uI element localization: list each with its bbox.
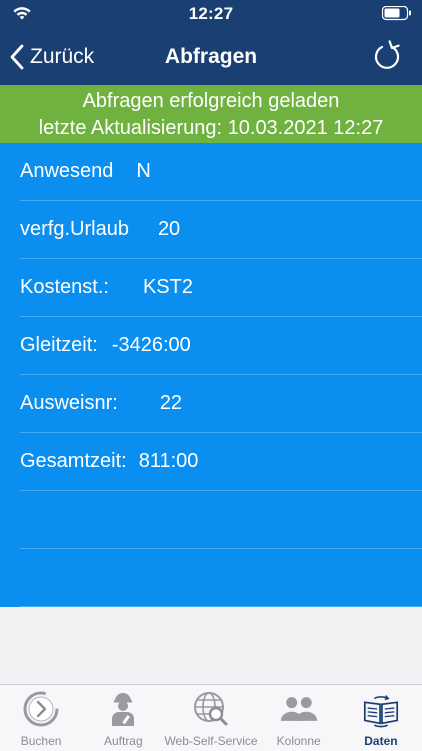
tab-kolonne[interactable]: Kolonne xyxy=(258,685,340,751)
tab-label: Kolonne xyxy=(276,734,321,748)
row-value: 20 xyxy=(157,218,181,240)
list-item[interactable]: Anwesend N xyxy=(20,143,422,201)
group-icon xyxy=(279,690,319,728)
battery-icon xyxy=(381,5,412,26)
row-label: Ausweisnr: xyxy=(20,392,118,414)
page-title: Abfragen xyxy=(164,45,258,68)
row-label: Anwesend xyxy=(20,160,114,182)
globe-search-icon xyxy=(191,690,231,728)
tab-bar: Buchen Auftrag Web-Self-Service Kolonne … xyxy=(0,684,422,751)
row-label: Gleitzeit: xyxy=(20,334,98,356)
row-label: Kostenst.: xyxy=(20,276,109,298)
tab-buchen[interactable]: Buchen xyxy=(0,685,82,751)
status-bar: 12:27 xyxy=(0,0,422,28)
list-item[interactable]: verfg.Urlaub 20 xyxy=(20,201,422,259)
banner-message: Abfragen erfolgreich geladen xyxy=(82,90,340,112)
row-value: -3426:00 xyxy=(111,334,191,356)
row-value: 22 xyxy=(159,392,183,414)
row-label: verfg.Urlaub xyxy=(20,218,129,240)
status-banner: Abfragen erfolgreich geladen letzte Aktu… xyxy=(0,85,422,143)
tab-label: Auftrag xyxy=(103,734,143,748)
tab-web-self-service[interactable]: Web-Self-Service xyxy=(164,685,258,751)
list-item[interactable]: Kostenst.: KST2 xyxy=(20,259,422,317)
tab-label: Daten xyxy=(364,734,398,748)
banner-last-update: letzte Aktualisierung: 10.03.2021 12:27 xyxy=(38,117,384,139)
book-sync-icon xyxy=(361,690,401,728)
list-item-empty[interactable] xyxy=(20,549,422,607)
list-item[interactable]: Gesamtzeit: 811:00 xyxy=(20,433,422,491)
list-item[interactable]: Gleitzeit: -3426:00 xyxy=(20,317,422,375)
list-item[interactable]: Ausweisnr: 22 xyxy=(20,375,422,433)
row-value: N xyxy=(136,160,151,182)
status-time: 12:27 xyxy=(188,4,234,23)
tab-auftrag[interactable]: Auftrag xyxy=(82,685,164,751)
list-item-empty[interactable] xyxy=(20,491,422,549)
tab-label: Web-Self-Service xyxy=(164,734,258,748)
refresh-button[interactable] xyxy=(372,40,402,77)
row-value: 811:00 xyxy=(138,450,199,472)
clock-arrow-icon xyxy=(21,690,61,728)
tab-label: Buchen xyxy=(20,734,62,748)
worker-icon xyxy=(103,690,143,728)
row-value: KST2 xyxy=(142,276,193,298)
tab-daten[interactable]: Daten xyxy=(340,685,422,751)
refresh-icon xyxy=(374,40,400,69)
row-label: Gesamtzeit: xyxy=(20,450,127,472)
navigation-bar: Zurück Abfragen xyxy=(0,28,422,85)
query-results-list[interactable]: Anwesend N verfg.Urlaub 20 Kostenst.: KS… xyxy=(0,143,422,607)
